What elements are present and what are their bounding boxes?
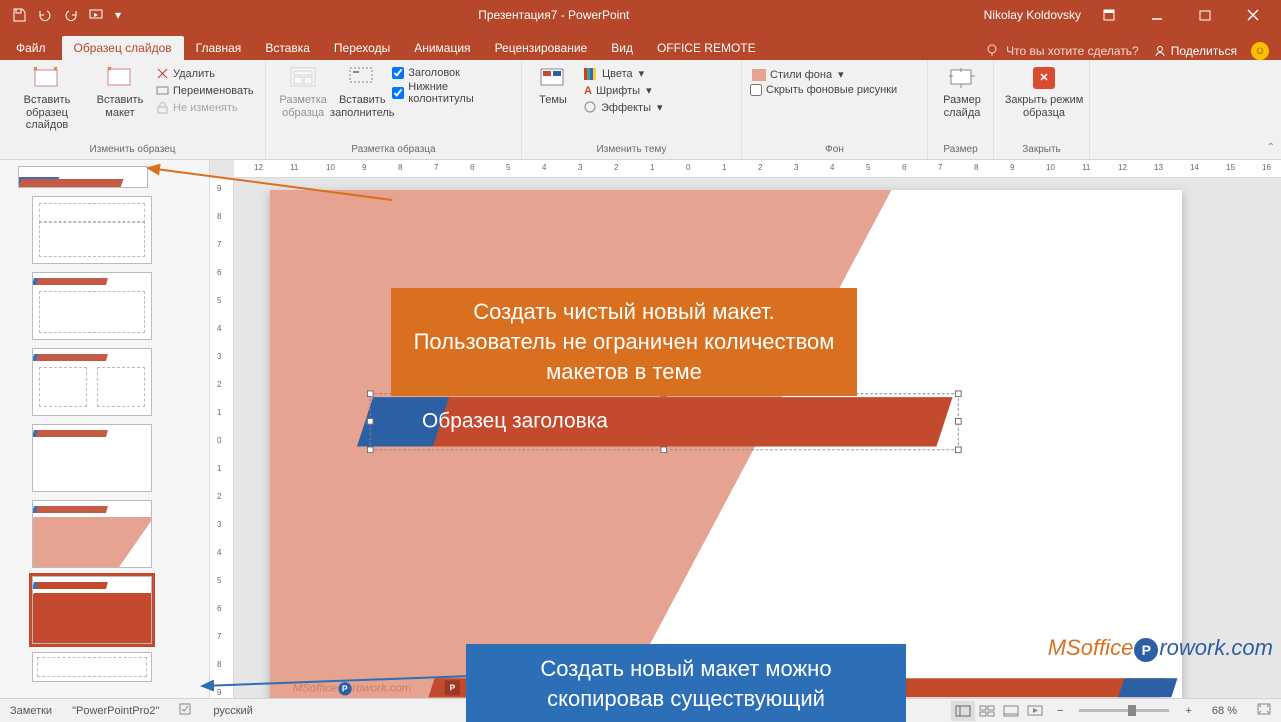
background-styles-button[interactable]: Стили фона▾: [750, 67, 919, 82]
canvas-area: 121110987654321012345678910111213141516 …: [210, 160, 1281, 698]
slide-size-button[interactable]: Размер слайда: [936, 64, 988, 119]
slideshow-view-icon[interactable]: [1023, 701, 1047, 721]
insert-layout-button[interactable]: Вставить макет: [92, 64, 148, 119]
group-label-size: Размер: [936, 144, 985, 157]
insert-placeholder-button[interactable]: Вставить заполнитель: [338, 64, 386, 119]
start-show-icon[interactable]: [86, 4, 108, 26]
tab-animations[interactable]: Анимация: [402, 36, 482, 60]
layout-thumbnail[interactable]: [32, 424, 152, 492]
redo-icon[interactable]: [60, 4, 82, 26]
master-thumbnail[interactable]: [18, 166, 148, 188]
lightbulb-icon: [986, 44, 1000, 58]
group-label-edit-master: Изменить образец: [8, 144, 257, 157]
normal-view-icon[interactable]: [951, 701, 975, 721]
group-label-master-layout: Разметка образца: [274, 144, 513, 157]
delete-button[interactable]: Удалить: [154, 66, 256, 81]
tab-slide-master[interactable]: Образец слайдов: [62, 36, 184, 60]
effects-button[interactable]: Эффекты▾: [582, 100, 665, 115]
language-button[interactable]: русский: [203, 705, 262, 717]
user-name[interactable]: Nikolay Koldovsky: [984, 8, 1081, 22]
callout-blue: Создать новый макет можно скопировав сущ…: [466, 644, 906, 722]
zoom-slider[interactable]: [1079, 709, 1169, 712]
hide-bg-graphics-checkbox[interactable]: Скрыть фоновые рисунки: [750, 84, 919, 96]
thumbnails-pane[interactable]: [0, 160, 210, 698]
quick-access-toolbar: ▾: [0, 4, 124, 26]
tell-me-search[interactable]: Что вы хотите сделать?: [986, 44, 1139, 58]
zoom-in-button[interactable]: +: [1175, 705, 1201, 717]
delete-icon: [156, 67, 169, 80]
fit-to-window-icon[interactable]: [1247, 703, 1281, 718]
tab-office-remote[interactable]: OFFICE REMOTE: [645, 36, 768, 60]
theme-name[interactable]: "PowerPointPro2": [62, 705, 169, 717]
rename-icon: [156, 84, 169, 97]
colors-button[interactable]: Цвета▾: [582, 66, 665, 81]
fonts-icon: A: [584, 85, 592, 97]
notes-button[interactable]: Заметки: [0, 705, 62, 717]
page-watermark: MSofficeProwork.com: [1048, 635, 1273, 662]
layout-thumbnail[interactable]: [32, 272, 152, 340]
horizontal-ruler: 121110987654321012345678910111213141516: [234, 160, 1281, 178]
footers-checkbox[interactable]: Нижние колонтитулы: [392, 81, 513, 105]
layout-thumbnail[interactable]: [32, 348, 152, 416]
themes-button[interactable]: Темы: [530, 64, 576, 107]
spellcheck-icon[interactable]: [169, 702, 203, 719]
tab-transitions[interactable]: Переходы: [322, 36, 402, 60]
fonts-button[interactable]: AШрифты▾: [582, 83, 665, 98]
powerpoint-icon: P: [445, 680, 460, 695]
save-icon[interactable]: [8, 4, 30, 26]
tab-review[interactable]: Рецензирование: [483, 36, 600, 60]
maximize-button[interactable]: [1185, 0, 1225, 30]
minimize-button[interactable]: [1137, 0, 1177, 30]
document-title: Презентация7 - PowerPoint: [124, 8, 984, 22]
selection-border: [370, 393, 959, 450]
title-checkbox[interactable]: Заголовок: [392, 67, 513, 79]
close-button[interactable]: [1233, 0, 1273, 30]
insert-slide-master-button[interactable]: Вставить образец слайдов: [8, 64, 86, 132]
preserve-button: Не изменять: [154, 100, 256, 115]
ribbon-options-icon[interactable]: [1089, 0, 1129, 30]
vertical-ruler: 9876543210123456789: [210, 178, 234, 698]
ribbon-tabs: Файл Образец слайдов Главная Вставка Пер…: [0, 30, 1281, 60]
preserve-icon: [156, 101, 169, 114]
layout-thumbnail[interactable]: [32, 652, 152, 682]
undo-icon[interactable]: [34, 4, 56, 26]
tab-insert[interactable]: Вставка: [253, 36, 322, 60]
feedback-icon[interactable]: ☺: [1251, 42, 1269, 60]
qat-more-icon[interactable]: ▾: [112, 4, 124, 26]
tab-home[interactable]: Главная: [184, 36, 254, 60]
master-layout-button[interactable]: Разметка образца: [274, 64, 332, 119]
sorter-view-icon[interactable]: [975, 701, 999, 721]
footer-accent: [1118, 678, 1177, 697]
callout-orange: Создать чистый новый макет. Пользователь…: [391, 288, 857, 396]
slide-canvas[interactable]: Образец заголовка P Нижний колонтитул MS…: [270, 190, 1182, 698]
slide-watermark: MSofficeProwork.com: [293, 681, 411, 695]
reading-view-icon[interactable]: [999, 701, 1023, 721]
collapse-ribbon-icon[interactable]: ⌃: [1267, 142, 1275, 153]
colors-icon: [584, 68, 598, 80]
ribbon: Вставить образец слайдов Вставить макет …: [0, 60, 1281, 160]
tab-view[interactable]: Вид: [599, 36, 645, 60]
layout-thumbnail[interactable]: [32, 196, 152, 264]
group-label-close: Закрыть: [1002, 144, 1081, 157]
group-label-edit-theme: Изменить тему: [530, 144, 733, 157]
layout-thumbnail[interactable]: [32, 500, 152, 568]
group-label-background: Фон: [750, 144, 919, 157]
rename-button[interactable]: Переименовать: [154, 83, 256, 98]
share-button[interactable]: Поделиться: [1153, 44, 1237, 58]
zoom-level[interactable]: 68 %: [1202, 705, 1247, 717]
share-icon: [1153, 44, 1167, 58]
zoom-out-button[interactable]: −: [1047, 705, 1073, 717]
layout-thumbnail-selected[interactable]: [32, 576, 152, 644]
workspace: 121110987654321012345678910111213141516 …: [0, 160, 1281, 698]
title-bar: ▾ Презентация7 - PowerPoint Nikolay Kold…: [0, 0, 1281, 30]
effects-icon: [584, 101, 597, 114]
tab-file[interactable]: Файл: [0, 36, 62, 60]
bg-styles-icon: [752, 69, 766, 81]
close-master-view-button[interactable]: ✕ Закрыть режим образца: [1002, 64, 1086, 119]
